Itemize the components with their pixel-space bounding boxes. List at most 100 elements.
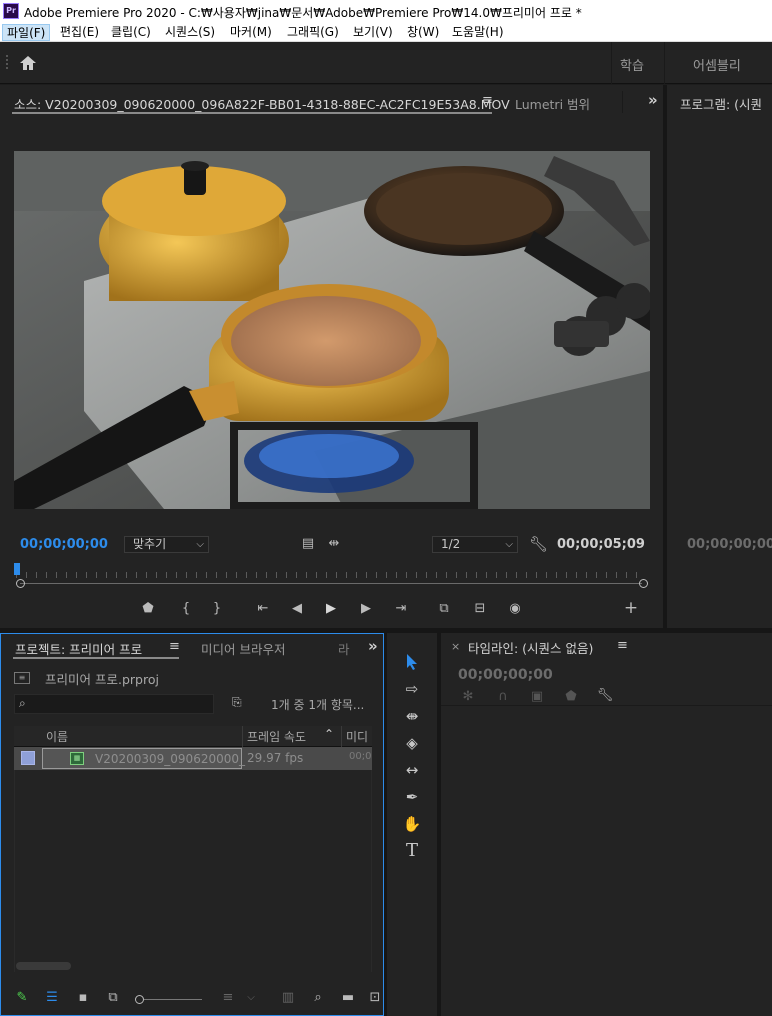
- project-search-input[interactable]: ⌕: [14, 694, 214, 714]
- menu-sequence[interactable]: 시퀀스(S): [161, 24, 219, 41]
- horizontal-scrollbar[interactable]: [16, 962, 71, 970]
- project-panel-menu-icon[interactable]: ≡: [169, 639, 180, 654]
- workspace-learn-tab[interactable]: 학습: [620, 55, 644, 74]
- title-bar: Pr Adobe Premiere Pro 2020 - C:₩사용자₩jina…: [0, 0, 772, 22]
- step-forward-icon[interactable]: ▶: [358, 601, 374, 617]
- razor-tool-icon[interactable]: ◈: [400, 731, 424, 755]
- menu-edit[interactable]: 편집(E): [56, 24, 103, 41]
- timeline-timecode: 00;00;00;00: [458, 667, 553, 683]
- timeline-tab[interactable]: 타임라인: (시퀀스 없음): [468, 638, 593, 657]
- menu-view[interactable]: 보기(V): [349, 24, 397, 41]
- settings-export-frame-icon[interactable]: ▤: [300, 536, 316, 552]
- mark-in-icon[interactable]: {: [178, 601, 194, 617]
- label-color-swatch[interactable]: [21, 751, 35, 765]
- source-time-ruler[interactable]: [16, 568, 644, 578]
- zoom-slider-handle[interactable]: [135, 995, 144, 1004]
- sort-ascending-icon[interactable]: ⌃: [324, 727, 334, 741]
- clip-frame-rate: 29.97 fps: [247, 751, 304, 765]
- fit-zoom-dropdown[interactable]: 맞추기 ⌵: [124, 536, 209, 553]
- snap-icon[interactable]: ✻: [460, 689, 476, 705]
- project-overflow-icon[interactable]: »: [368, 637, 378, 655]
- menu-marker[interactable]: 마커(M): [226, 24, 276, 41]
- marker-icon[interactable]: ⬟: [563, 689, 579, 705]
- new-item-icon[interactable]: ⊡: [368, 990, 382, 1006]
- export-frame-camera-icon[interactable]: ◉: [506, 601, 524, 617]
- source-playhead[interactable]: [14, 563, 20, 575]
- source-zoom-bar[interactable]: [20, 583, 642, 584]
- automate-to-sequence-icon[interactable]: ▥: [279, 990, 297, 1006]
- type-tool-icon[interactable]: T: [400, 839, 424, 863]
- go-to-in-icon[interactable]: ⇤: [254, 601, 272, 617]
- source-panel-menu-icon[interactable]: ≡: [482, 93, 493, 108]
- panel-divider-tools-left[interactable]: [384, 633, 387, 1016]
- workspace-bar: 학습 어셈블리: [0, 42, 772, 84]
- new-bin-folder-icon[interactable]: ▬: [339, 990, 357, 1006]
- ripple-edit-tool-icon[interactable]: ⇼: [400, 704, 424, 728]
- menu-window[interactable]: 창(W): [403, 24, 443, 41]
- source-overflow-icon[interactable]: »: [648, 91, 658, 109]
- insert-icon[interactable]: ⧉: [434, 601, 454, 617]
- mark-out-icon[interactable]: }: [209, 601, 225, 617]
- linked-selection-icon[interactable]: ∩: [495, 689, 511, 705]
- program-monitor-panel: 프로그램: (시퀀 00;00;00;00: [667, 85, 772, 628]
- menu-file[interactable]: 파일(F): [2, 24, 51, 41]
- source-current-timecode[interactable]: 00;00;00;00: [20, 537, 108, 552]
- selection-tool-icon[interactable]: [400, 650, 424, 674]
- clip-name-cell[interactable]: ▦ V20200309_090620000_: [42, 748, 245, 769]
- play-icon[interactable]: ▶: [323, 601, 339, 617]
- hand-tool-icon[interactable]: ✋: [400, 812, 424, 836]
- chevron-down-icon: ⌵: [196, 539, 204, 550]
- workspace-assembly-tab[interactable]: 어셈블리: [693, 55, 741, 74]
- project-list-area[interactable]: [14, 770, 372, 972]
- timeline-panel-menu-icon[interactable]: ≡: [617, 638, 628, 653]
- trim-marker-icon[interactable]: ⇹: [326, 536, 342, 552]
- program-tab[interactable]: 프로그램: (시퀀: [680, 94, 762, 113]
- list-view-icon[interactable]: ☰: [44, 990, 60, 1006]
- slip-tool-icon[interactable]: ↔: [400, 758, 424, 782]
- chevron-down-icon[interactable]: ⌵: [245, 990, 257, 1006]
- go-to-out-icon[interactable]: ⇥: [392, 601, 410, 617]
- drag-grip[interactable]: [6, 55, 9, 69]
- find-icon[interactable]: ⌕: [310, 990, 326, 1006]
- fit-zoom-value: 맞추기: [133, 537, 167, 551]
- zoom-handle-left[interactable]: [16, 579, 25, 588]
- timeline-settings-wrench-icon[interactable]: 🔧︎: [596, 688, 614, 704]
- item-count: 1개 중 1개 항목...: [271, 698, 365, 712]
- source-tab[interactable]: 소스: V20200309_090620000_096A822F-BB01-43…: [14, 94, 510, 113]
- freeform-view-icon[interactable]: ⧉: [104, 990, 122, 1006]
- track-select-tool-icon[interactable]: ⇨: [400, 677, 424, 701]
- wrench-settings-icon[interactable]: 🔧︎: [529, 536, 548, 552]
- add-marker-tl-icon[interactable]: ▣: [528, 689, 546, 705]
- panel-divider-tools-right[interactable]: [437, 633, 441, 1016]
- video-clip-icon: ▦: [70, 752, 84, 765]
- column-name-header[interactable]: 이름: [46, 728, 68, 745]
- step-back-icon[interactable]: ◀: [289, 601, 305, 617]
- button-editor-plus-icon[interactable]: +: [623, 600, 639, 617]
- zoom-slider-track[interactable]: [144, 999, 202, 1000]
- column-media-header[interactable]: 미디: [346, 728, 368, 745]
- playback-resolution-dropdown[interactable]: 1/2 ⌵: [432, 536, 518, 553]
- add-marker-icon[interactable]: ⬟: [140, 601, 156, 617]
- pencil-write-icon[interactable]: ✎: [14, 990, 30, 1006]
- zoom-handle-right[interactable]: [639, 579, 648, 588]
- menu-help[interactable]: 도움말(H): [448, 24, 508, 41]
- clip-name: V20200309_090620000_: [95, 752, 245, 766]
- media-browser-tab[interactable]: 미디어 브라우저: [201, 639, 285, 658]
- pen-tool-icon[interactable]: ✒: [400, 785, 424, 809]
- sort-icons-icon[interactable]: ≡: [220, 990, 236, 1006]
- playback-resolution-value: 1/2: [441, 537, 461, 551]
- libraries-tab[interactable]: 라: [338, 639, 350, 658]
- menu-clip[interactable]: 클립(C): [107, 24, 155, 41]
- icon-view-icon[interactable]: ▪: [75, 990, 91, 1006]
- table-row[interactable]: ▦ V20200309_090620000_ 29.97 fps 00;0: [14, 747, 372, 770]
- menu-graphics[interactable]: 그래픽(G): [283, 24, 343, 41]
- lumetri-scopes-tab[interactable]: Lumetri 범위: [515, 94, 590, 113]
- find-bin-icon[interactable]: ⎘: [232, 695, 248, 709]
- column-frame-rate-header[interactable]: 프레임 속도: [247, 728, 306, 745]
- project-tab[interactable]: 프로젝트: 프리미어 프로: [15, 639, 142, 658]
- home-icon[interactable]: [18, 54, 38, 72]
- overwrite-icon[interactable]: ⊟: [470, 601, 490, 617]
- close-tab-icon[interactable]: ×: [451, 640, 460, 653]
- panel-divider-vertical[interactable]: [663, 85, 667, 630]
- timeline-panel: × 타임라인: (시퀀스 없음) ≡ 00;00;00;00 ✻ ∩ ▣ ⬟ 🔧…: [441, 633, 772, 1016]
